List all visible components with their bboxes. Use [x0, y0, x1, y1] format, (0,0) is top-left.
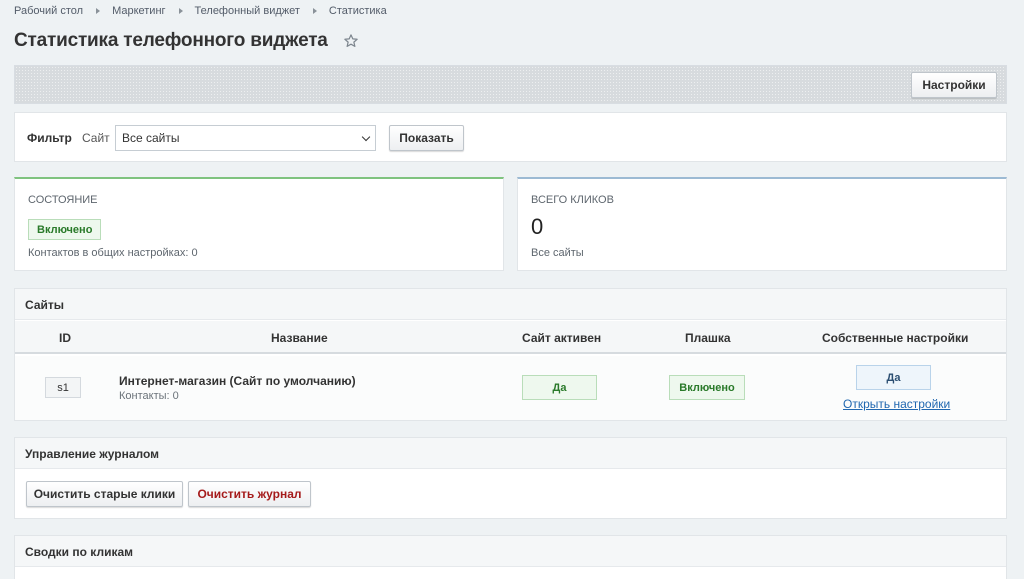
chevron-down-icon — [361, 132, 371, 142]
sites-table-header: ID Название Сайт активен Плашка Собствен… — [15, 321, 1006, 354]
breadcrumb-item-phone-widget[interactable]: Телефонный виджет — [195, 5, 300, 17]
site-widget-badge: Включено — [669, 375, 745, 400]
clear-log-button[interactable]: Очистить журнал — [188, 481, 311, 507]
click-summary-section: Сводки по кликам — [14, 535, 1007, 579]
column-header-site-active: Сайт активен — [522, 331, 602, 345]
column-header-name: Название — [271, 331, 328, 345]
sites-section: Сайты ID Название Сайт активен Плашка Со… — [14, 288, 1007, 421]
site-select-value: Все сайты — [122, 131, 180, 145]
settings-button[interactable]: Настройки — [911, 72, 997, 98]
chevron-right-icon — [312, 8, 317, 14]
open-settings-link[interactable]: Открыть настройки — [843, 397, 950, 411]
total-clicks-card: ВСЕГО КЛИКОВ 0 Все сайты — [517, 177, 1007, 271]
total-clicks-value: 0 — [531, 214, 544, 239]
site-contacts: Контакты: 0 — [119, 390, 179, 402]
site-select[interactable]: Все сайты — [115, 125, 376, 151]
journal-section-title: Управление журналом — [15, 438, 1006, 469]
column-header-id: ID — [59, 331, 71, 345]
clear-old-clicks-button[interactable]: Очистить старые клики — [26, 481, 183, 507]
breadcrumb-item-statistics[interactable]: Статистика — [329, 5, 387, 17]
status-card-subtitle: Контактов в общих настройках: 0 — [28, 247, 198, 259]
filter-label: Фильтр — [27, 131, 72, 145]
breadcrumb-item-marketing[interactable]: Маркетинг — [112, 5, 165, 17]
toolbar: Настройки — [14, 65, 1007, 104]
breadcrumb-item-desktop[interactable]: Рабочий стол — [14, 5, 83, 17]
status-card-title: СОСТОЯНИЕ — [28, 194, 98, 206]
column-header-own-settings: Собственные настройки — [822, 331, 969, 345]
total-clicks-title: ВСЕГО КЛИКОВ — [531, 194, 614, 206]
page-title: Статистика телефонного виджета — [14, 30, 328, 51]
total-clicks-subtitle: Все сайты — [531, 247, 584, 259]
status-badge: Включено — [28, 219, 102, 240]
site-active-badge: Да — [522, 375, 597, 400]
filter-panel: Фильтр Сайт Все сайты Показать — [14, 112, 1007, 162]
chevron-right-icon — [178, 8, 183, 14]
site-id: s1 — [45, 377, 81, 398]
status-card: СОСТОЯНИЕ Включено Контактов в общих нас… — [14, 177, 504, 271]
breadcrumb: Рабочий стол Маркетинг Телефонный виджет… — [14, 5, 387, 17]
table-row: s1 Интернет-магазин (Сайт по умолчанию) … — [15, 356, 1006, 420]
page-header: Статистика телефонного виджета — [14, 30, 360, 52]
journal-section: Управление журналом Очистить старые клик… — [14, 437, 1007, 519]
sites-section-title: Сайты — [15, 289, 1006, 320]
click-summary-title: Сводки по кликам — [15, 536, 1006, 567]
filter-site-label: Сайт — [82, 131, 110, 145]
star-icon[interactable] — [342, 32, 360, 50]
site-name: Интернет-магазин (Сайт по умолчанию) — [119, 374, 356, 388]
column-header-badge: Плашка — [685, 331, 731, 345]
show-button[interactable]: Показать — [389, 125, 464, 151]
chevron-right-icon — [96, 8, 101, 14]
own-settings-badge: Да — [856, 365, 931, 390]
